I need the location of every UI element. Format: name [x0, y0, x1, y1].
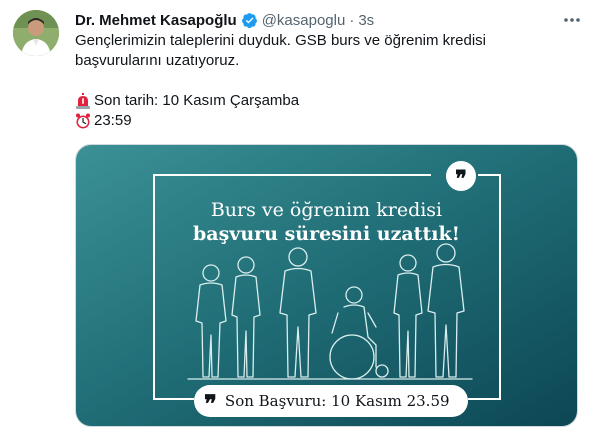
- media-deadline-text: Son Başvuru: 10 Kasım 23.59: [224, 392, 450, 410]
- verified-badge-icon: [241, 12, 258, 29]
- author-avatar[interactable]: [13, 10, 59, 56]
- media-deadline-pill: ❞ Son Başvuru: 10 Kasım 23.59: [194, 385, 468, 417]
- tweet-timestamp[interactable]: 3s: [358, 12, 374, 29]
- alarm-clock-icon: [75, 113, 91, 129]
- deadline-time: 23:59: [94, 112, 132, 129]
- quote-mark-icon: ❞: [446, 161, 476, 191]
- media-title-line2: başvuru süresini uzattık!: [193, 223, 460, 245]
- tweet-body: Gençlerimizin taleplerini duyduk. GSB bu…: [75, 31, 575, 131]
- header-separator: ·: [349, 11, 355, 29]
- author-name[interactable]: Dr. Mehmet Kasapoğlu: [75, 12, 237, 29]
- deadline-quote-icon: ❞: [204, 389, 217, 418]
- tweet-header: Dr. Mehmet Kasapoğlu @kasapoglu · 3s: [75, 10, 374, 30]
- media-title-line1: Burs ve öğrenim kredisi: [210, 199, 443, 221]
- more-options-icon[interactable]: [562, 10, 582, 30]
- deadline-text: Son tarih: 10 Kasım Çarşamba: [94, 92, 300, 109]
- author-handle[interactable]: @kasapoglu: [262, 12, 346, 29]
- rotating-light-icon: [75, 93, 91, 109]
- tweet-media-image[interactable]: ❞ Burs ve öğrenim kredisi başvuru süresi…: [75, 144, 578, 427]
- time-line: 23:59: [75, 111, 575, 131]
- tweet-text: Gençlerimizin taleplerini duyduk. GSB bu…: [75, 32, 487, 69]
- deadline-line: Son tarih: 10 Kasım Çarşamba: [75, 91, 575, 111]
